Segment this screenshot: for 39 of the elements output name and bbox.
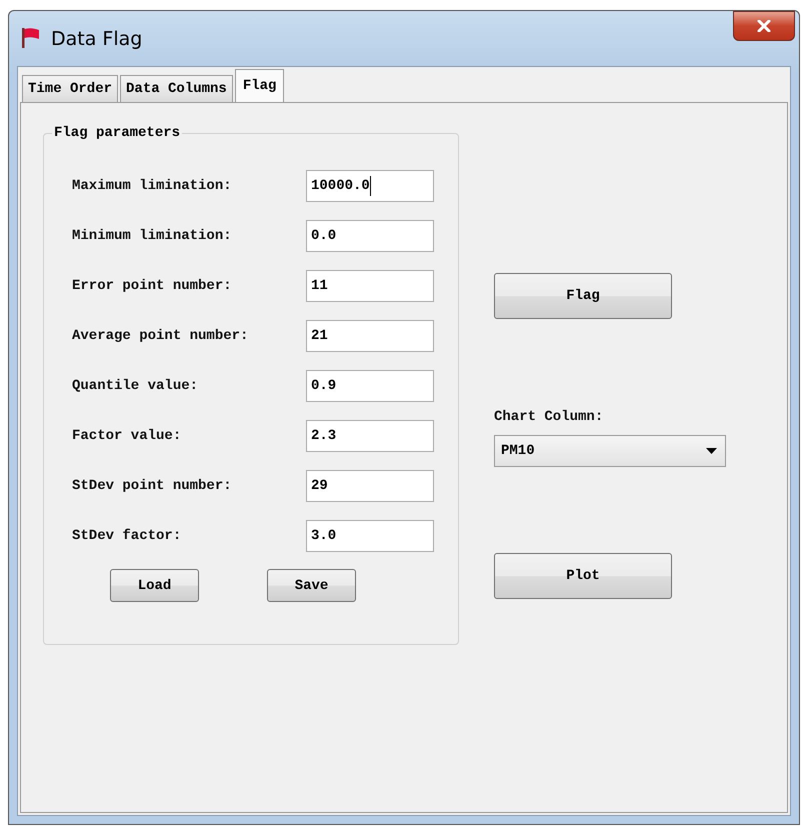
field-value: 10000.0: [311, 178, 370, 194]
input-field[interactable]: 10000.0: [306, 170, 434, 202]
field-label: Maximum limination:: [72, 178, 233, 194]
field-value: 2.3: [311, 428, 336, 444]
field-label: Error point number:: [72, 278, 233, 294]
flag-button[interactable]: Flag: [494, 273, 672, 319]
field-value: 3.0: [311, 528, 336, 544]
tab[interactable]: Data Columns: [120, 75, 233, 102]
close-icon: [757, 20, 771, 32]
tab[interactable]: Time Order: [22, 75, 118, 102]
input-field[interactable]: 29: [306, 470, 434, 502]
flag-icon: [21, 26, 41, 48]
field-label: Average point number:: [72, 328, 250, 344]
input-field[interactable]: 21: [306, 320, 434, 352]
input-field[interactable]: 3.0: [306, 520, 434, 552]
button[interactable]: Load: [110, 569, 199, 602]
field-label: Factor value:: [72, 428, 182, 444]
chart-column-label: Chart Column:: [494, 409, 604, 425]
field-value: 29: [311, 478, 328, 494]
close-button[interactable]: [733, 11, 795, 41]
input-field[interactable]: 11: [306, 270, 434, 302]
chart-column-dropdown[interactable]: PM10: [494, 435, 726, 467]
window-title: Data Flag: [51, 28, 142, 50]
input-field[interactable]: 2.3: [306, 420, 434, 452]
field-value: 11: [311, 278, 328, 294]
tab[interactable]: Flag: [234, 69, 284, 102]
field-label: Quantile value:: [72, 378, 200, 394]
field-value: 0.0: [311, 228, 336, 244]
field-label: Minimum limination:: [72, 228, 233, 244]
button[interactable]: Save: [267, 569, 356, 602]
input-field[interactable]: 0.0: [306, 220, 434, 252]
field-label: StDev factor:: [72, 528, 182, 544]
field-label: StDev point number:: [72, 478, 233, 494]
field-value: 21: [311, 328, 328, 344]
plot-button[interactable]: Plot: [494, 553, 672, 599]
input-field[interactable]: 0.9: [306, 370, 434, 402]
field-value: 0.9: [311, 378, 336, 394]
dropdown-caret-icon: [706, 448, 717, 454]
group-title: Flag parameters: [53, 125, 182, 141]
